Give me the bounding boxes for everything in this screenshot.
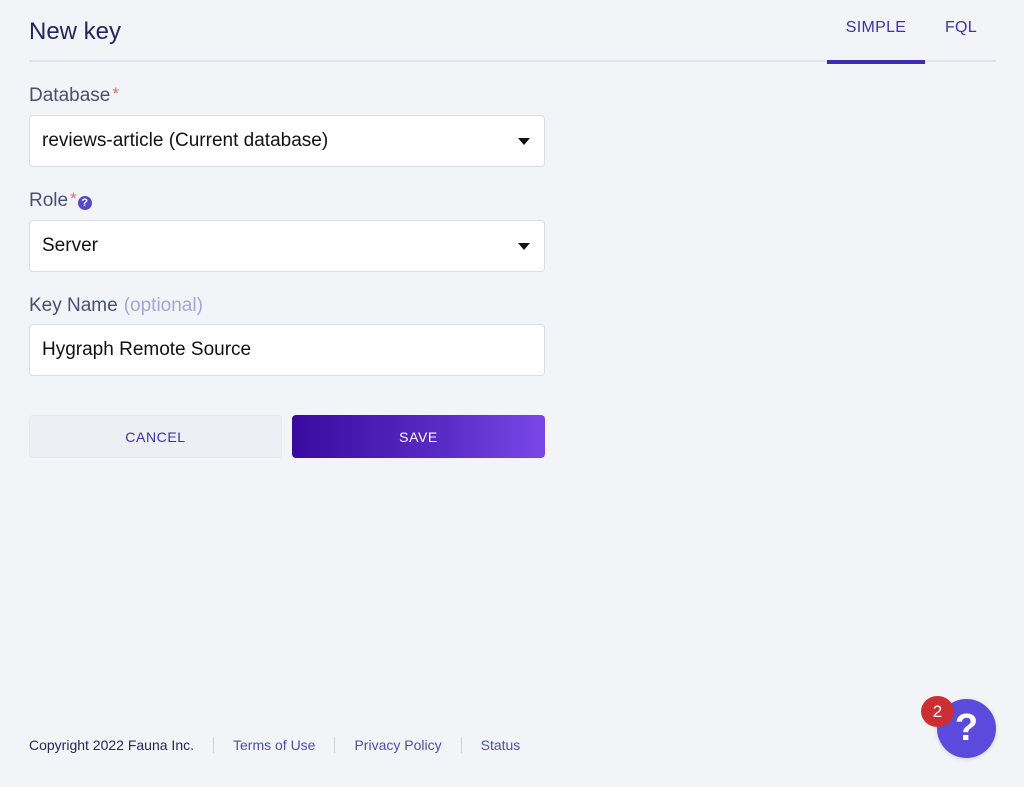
database-label-text: Database — [29, 85, 111, 106]
database-label: Database * — [29, 85, 119, 107]
database-select[interactable]: reviews-article (Current database) — [29, 115, 545, 167]
new-key-page: New key SIMPLE FQL Database * reviews-ar… — [0, 0, 1024, 787]
database-selected-value: reviews-article (Current database) — [42, 130, 329, 151]
required-asterisk: * — [70, 189, 77, 208]
optional-hint: (optional) — [123, 295, 203, 316]
help-circle-icon[interactable]: ? — [77, 196, 92, 210]
chevron-down-icon — [518, 138, 530, 145]
key-name-input[interactable]: Hygraph Remote Source — [29, 324, 545, 376]
role-select[interactable]: Server — [29, 220, 545, 272]
tab-fql[interactable]: FQL — [926, 0, 996, 62]
status-link[interactable]: Status — [460, 737, 540, 753]
chevron-down-icon — [518, 243, 530, 250]
mode-tabs: SIMPLE FQL — [827, 0, 996, 64]
notification-badge: 2 — [921, 696, 954, 727]
tab-simple[interactable]: SIMPLE — [827, 0, 925, 64]
required-asterisk: * — [112, 84, 119, 103]
footer: Copyright 2022 Fauna Inc. Terms of Use P… — [29, 733, 539, 757]
save-button[interactable]: SAVE — [292, 415, 545, 458]
role-label-text: Role — [29, 190, 69, 211]
key-name-label-text: Key Name — [29, 295, 118, 316]
page-title: New key — [29, 18, 122, 45]
terms-of-use-link[interactable]: Terms of Use — [213, 737, 334, 753]
cancel-button[interactable]: CANCEL — [29, 415, 282, 458]
copyright-text: Copyright 2022 Fauna Inc. — [29, 737, 194, 753]
role-label: Role * ? — [29, 190, 92, 212]
page-header: New key SIMPLE FQL — [29, 0, 996, 64]
role-selected-value: Server — [42, 235, 98, 256]
key-name-value: Hygraph Remote Source — [42, 339, 252, 360]
privacy-policy-link[interactable]: Privacy Policy — [334, 737, 460, 753]
key-name-label: Key Name (optional) — [29, 295, 203, 317]
question-mark-icon: ? — [954, 707, 979, 749]
